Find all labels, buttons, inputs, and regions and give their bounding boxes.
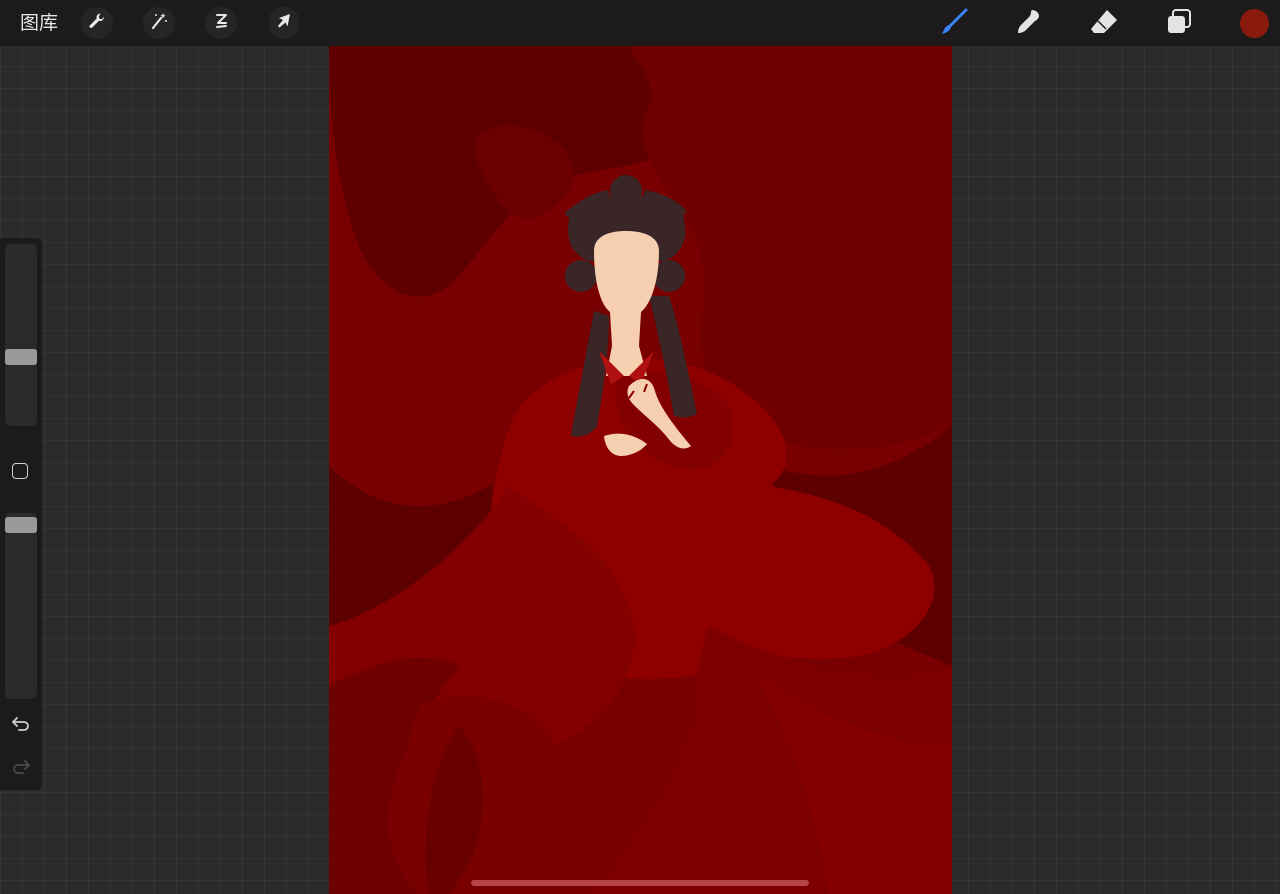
color-picker-button[interactable] [1240,9,1269,38]
undo-icon [10,713,32,739]
undo-button[interactable] [9,714,33,738]
actions-button[interactable] [81,7,113,39]
gallery-button[interactable]: 图库 [20,11,58,35]
brush-icon [939,7,969,41]
opacity-thumb[interactable] [5,517,37,533]
layers-button[interactable] [1163,8,1195,40]
left-sidebar [0,238,42,790]
smudge-icon [1013,7,1043,41]
brush-button[interactable] [938,8,970,40]
transform-button[interactable] [268,7,300,39]
redo-button[interactable] [9,757,33,781]
selection-icon [211,11,231,35]
home-indicator [471,880,809,886]
arrow-cursor-icon [274,11,294,35]
magic-wand-icon [149,11,169,35]
eraser-button[interactable] [1088,8,1120,40]
top-toolbar: 图库 [0,0,1280,46]
modify-button[interactable] [12,463,28,479]
brush-size-slider[interactable] [5,244,37,426]
drawing-canvas[interactable] [329,46,952,894]
redo-icon [10,756,32,782]
eraser-icon [1089,7,1119,41]
smudge-button[interactable] [1012,8,1044,40]
illustration-artwork [329,46,952,894]
adjustments-button[interactable] [143,7,175,39]
layers-icon [1164,7,1194,41]
selection-button[interactable] [205,7,237,39]
brush-size-thumb[interactable] [5,349,37,365]
opacity-slider[interactable] [5,513,37,699]
wrench-icon [87,11,107,35]
